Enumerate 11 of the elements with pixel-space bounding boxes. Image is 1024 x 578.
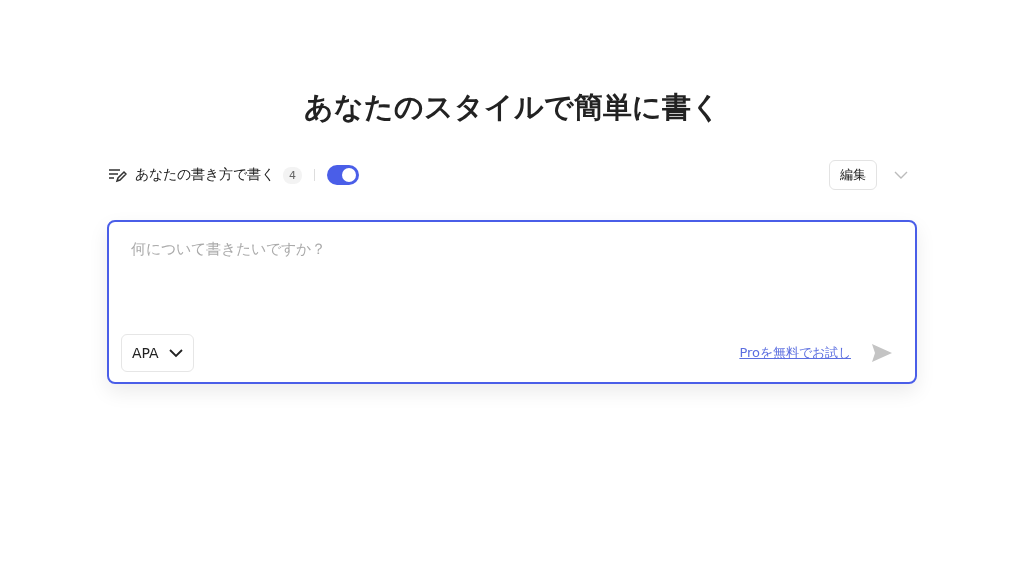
pen-lines-icon <box>107 166 127 184</box>
caret-icon <box>168 348 183 358</box>
style-label: あなたの書き方で書く <box>135 166 275 184</box>
citation-style-dropdown[interactable]: APA <box>121 334 194 372</box>
style-toggle[interactable] <box>327 165 359 185</box>
try-pro-link[interactable]: Proを無料でお試し <box>739 344 851 362</box>
page-title: あなたのスタイルで簡単に書く <box>303 89 721 126</box>
edit-button[interactable]: 編集 <box>829 160 877 190</box>
count-badge: 4 <box>283 166 302 184</box>
prompt-field[interactable]: 何について書きたいですか？ APA Proを無料でお試し <box>107 220 917 384</box>
chevron-down-icon[interactable] <box>893 169 909 180</box>
